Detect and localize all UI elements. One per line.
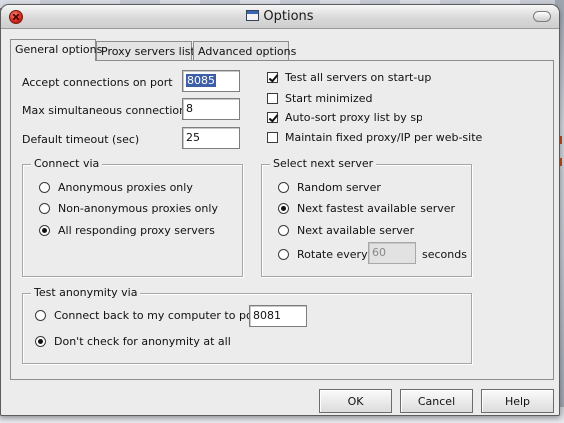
ok-button[interactable]: OK [319, 389, 392, 413]
window-title: Options [1, 9, 559, 24]
next-available-radio[interactable]: Next available server [278, 224, 414, 237]
help-button[interactable]: Help [481, 389, 554, 413]
radio-label: Random server [297, 181, 381, 194]
checkbox-label: Test all servers on start-up [285, 71, 432, 84]
max-connections-label: Max simultaneous connections [22, 104, 192, 117]
timeout-label: Default timeout (sec) [22, 133, 140, 146]
radio-circle [278, 182, 289, 193]
radio-label: All responding proxy servers [58, 224, 215, 237]
radio-circle [39, 203, 50, 214]
connect-back-radio[interactable]: Connect back to my computer to port # [35, 309, 274, 322]
rotate-seconds-input[interactable]: 60 [368, 242, 416, 264]
test-anonymity-group: Test anonymity via [22, 286, 472, 364]
fixed-proxy-checkbox[interactable]: Maintain fixed proxy/IP per web-site [267, 131, 482, 144]
connect-back-port-input[interactable]: 8081 [249, 305, 307, 327]
max-connections-input[interactable]: 8 [182, 98, 240, 120]
radio-circle [278, 249, 289, 260]
checkbox-box [267, 72, 278, 83]
seconds-label: seconds [422, 248, 467, 261]
radio-circle [278, 225, 289, 236]
tab-label: General options [15, 43, 103, 56]
radio-label: Next fastest available server [297, 202, 456, 215]
checkbox-label: Auto-sort proxy list by speec [285, 111, 422, 124]
rotate-every-radio[interactable]: Rotate every [278, 248, 368, 261]
help-label: Help [504, 395, 531, 408]
timeout-input[interactable]: 25 [182, 127, 240, 149]
dont-check-anonymity-radio[interactable]: Don't check for anonymity at all [35, 335, 231, 348]
connect-back-port-value: 8081 [253, 309, 281, 322]
tab-label: Advanced options [198, 45, 297, 58]
all-responding-radio[interactable]: All responding proxy servers [39, 224, 215, 237]
tab-label: Proxy servers list [101, 45, 195, 58]
rotate-seconds-value: 60 [372, 246, 386, 259]
radio-label: Non-anonymous proxies only [58, 202, 218, 215]
tab-advanced-options[interactable]: Advanced options [193, 41, 296, 60]
tab-proxy-servers-list[interactable]: Proxy servers list [96, 41, 195, 60]
radio-label: Anonymous proxies only [58, 181, 193, 194]
checkbox-box [267, 132, 278, 143]
cancel-button[interactable]: Cancel [400, 389, 473, 413]
checkbox-box [267, 112, 278, 123]
non-anonymous-only-radio[interactable]: Non-anonymous proxies only [39, 202, 218, 215]
random-server-radio[interactable]: Random server [278, 181, 381, 194]
port-value: 8085 [186, 74, 216, 87]
cancel-label: Cancel [417, 395, 456, 408]
test-on-startup-checkbox[interactable]: Test all servers on start-up [267, 71, 431, 84]
port-input[interactable]: 8085 [182, 70, 240, 92]
window-title-text: Options [263, 9, 314, 24]
radio-circle [39, 182, 50, 193]
radio-label: Next available server [297, 224, 415, 237]
radio-circle [39, 225, 50, 236]
auto-sort-checkbox[interactable]: Auto-sort proxy list by speec [267, 111, 422, 124]
connect-via-title: Connect via [31, 157, 103, 170]
port-label: Accept connections on port [22, 76, 173, 89]
ok-label: OK [347, 395, 364, 408]
anonymous-only-radio[interactable]: Anonymous proxies only [39, 181, 193, 194]
options-dialog: Options General options Proxy servers li… [0, 4, 560, 416]
test-anonymity-title: Test anonymity via [31, 286, 141, 299]
radio-circle [35, 310, 46, 321]
timeout-value: 25 [186, 131, 200, 144]
start-minimized-checkbox[interactable]: Start minimized [267, 92, 372, 105]
radio-label: Don't check for anonymity at all [54, 335, 231, 348]
window-icon [246, 10, 260, 21]
toolbar-toggle-button[interactable] [533, 11, 551, 22]
next-fastest-radio[interactable]: Next fastest available server [278, 202, 455, 215]
title-bar[interactable]: Options [1, 5, 559, 29]
tab-general-options[interactable]: General options [10, 39, 102, 61]
select-next-server-title: Select next server [270, 157, 377, 170]
radio-label: Rotate every [297, 248, 368, 261]
radio-label: Connect back to my computer to port # [54, 309, 275, 322]
radio-circle [278, 203, 289, 214]
radio-circle [35, 336, 46, 347]
checkbox-label: Maintain fixed proxy/IP per web-site [285, 131, 483, 144]
checkbox-label: Start minimized [285, 92, 373, 105]
max-connections-value: 8 [186, 102, 193, 115]
checkbox-box [267, 93, 278, 104]
